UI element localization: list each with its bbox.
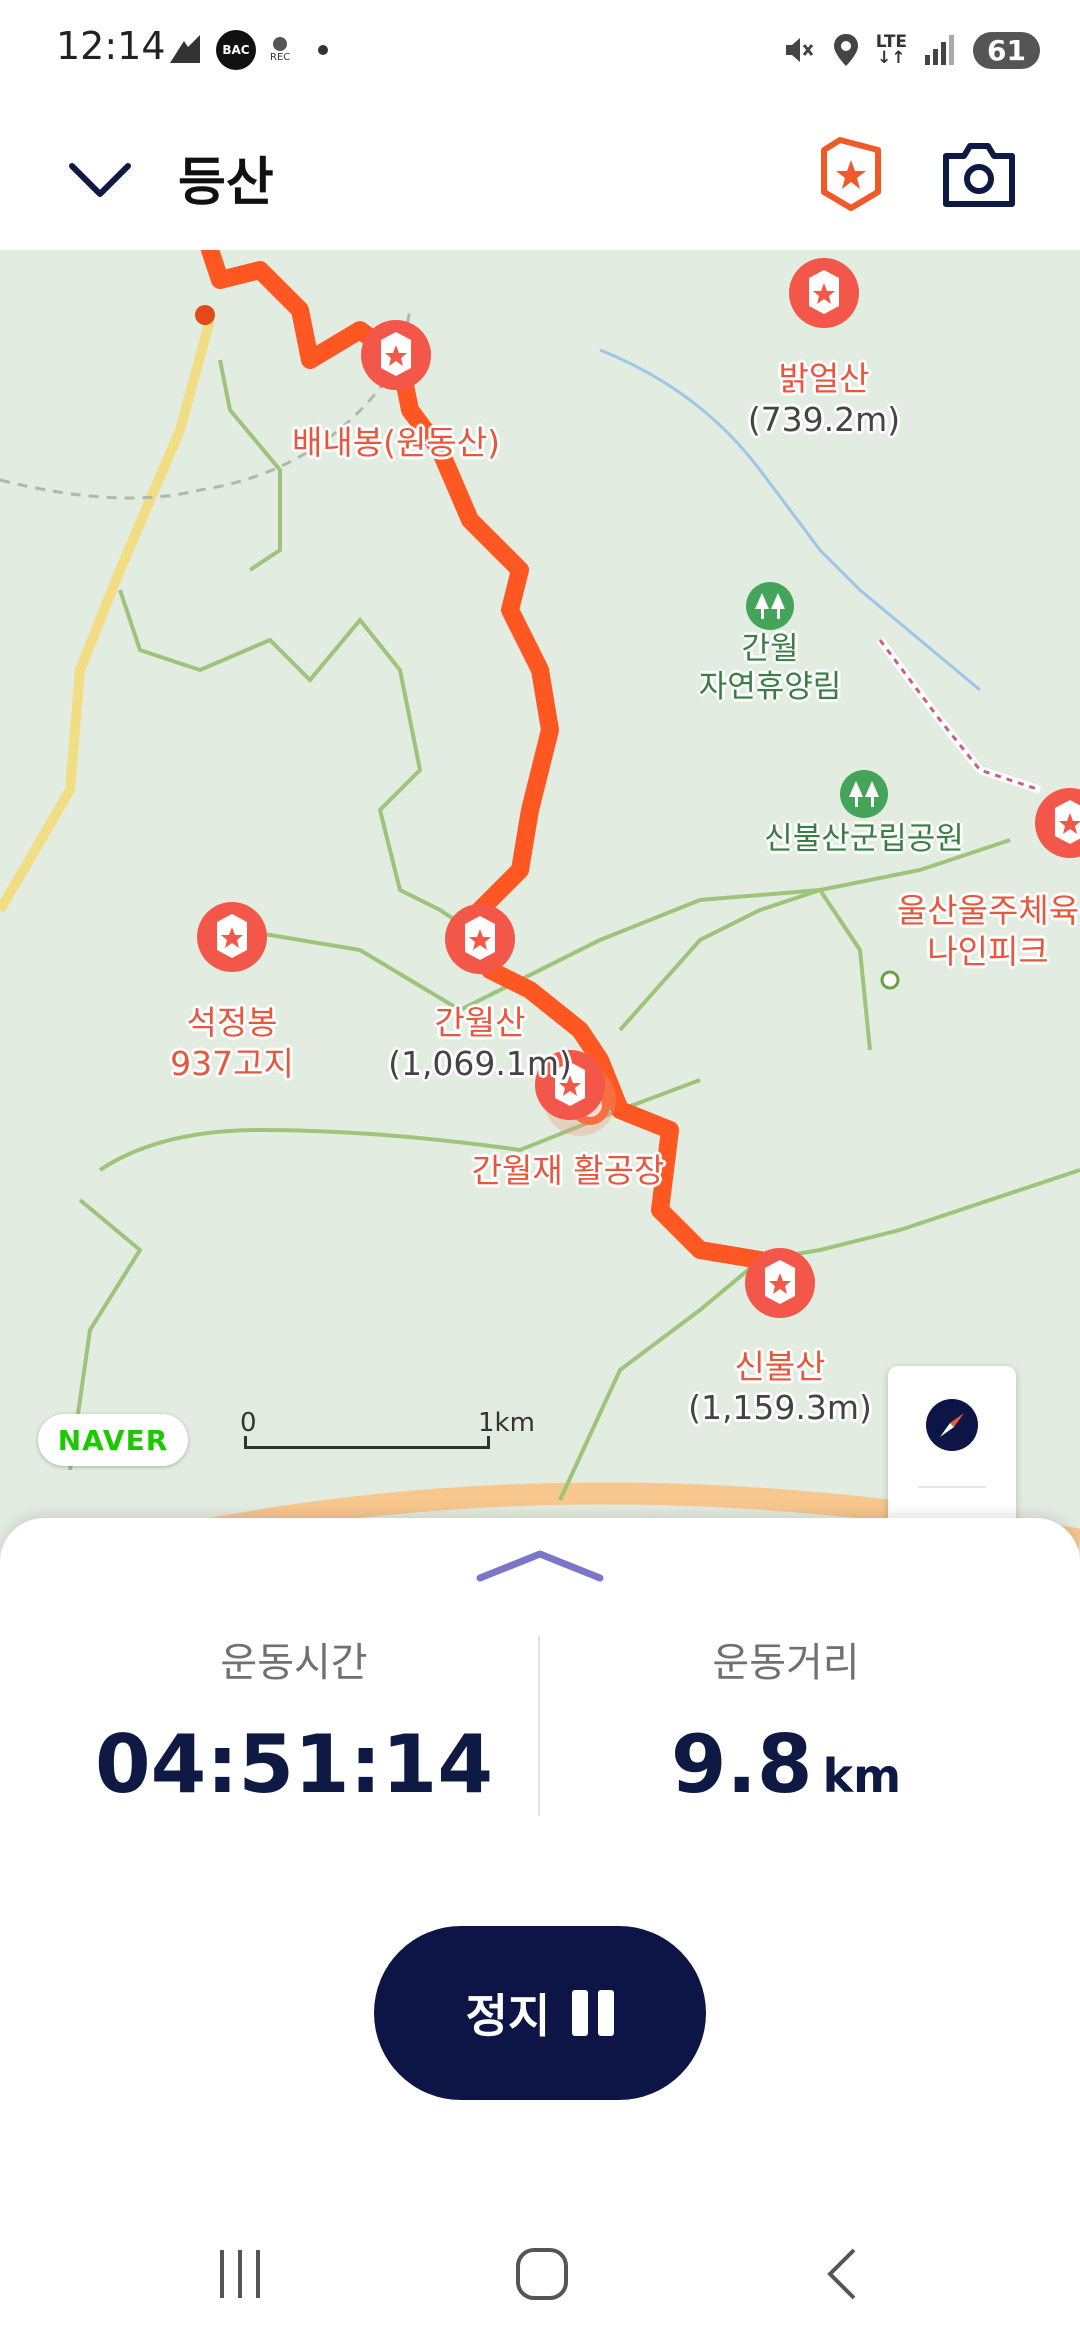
- poi-label[interactable]: 신불산 (1,159.3m): [688, 1346, 872, 1428]
- scale-start: 0: [240, 1408, 257, 1438]
- battery-indicator: 61: [973, 31, 1040, 69]
- poi-label[interactable]: 울산울주체육 나인피크: [897, 890, 1079, 972]
- mute-icon: [785, 38, 813, 62]
- system-nav-bar: [0, 2200, 1080, 2340]
- home-button[interactable]: [482, 2234, 602, 2314]
- mountain-marker-icon[interactable]: [787, 256, 861, 340]
- chevron-up-icon[interactable]: [476, 1546, 604, 1586]
- scale-bar: 0 1km: [240, 1408, 540, 1462]
- scale-end: 1km: [478, 1408, 535, 1438]
- naver-logo: NAVER: [38, 1414, 188, 1466]
- back-icon: [827, 2248, 856, 2300]
- poi-label[interactable]: 석정봉 937고지: [170, 1002, 294, 1084]
- notification-dot-icon: [318, 45, 329, 55]
- bac-badge: BAC: [216, 30, 256, 70]
- stop-label: 정지: [465, 1989, 551, 2043]
- distance-stat: 운동거리 9.8 km: [516, 1630, 1056, 1811]
- poi-label[interactable]: 배내봉(원동산): [292, 422, 500, 463]
- chevron-down-icon[interactable]: [64, 144, 136, 216]
- park-icon: [840, 770, 888, 818]
- distance-label: 운동거리: [712, 1640, 860, 1686]
- mountain-marker-icon[interactable]: [1033, 786, 1080, 870]
- stop-button[interactable]: 정지: [374, 1926, 706, 2100]
- time-stat: 운동시간 04:51:14: [24, 1630, 564, 1811]
- status-bar: 12:14 BAC REC LTE ↓↑ 61: [0, 0, 1080, 100]
- status-time: 12:14: [56, 24, 166, 68]
- park-label[interactable]: 간월 자연휴양림: [699, 630, 842, 706]
- network-type: LTE ↓↑: [875, 32, 908, 68]
- camera-icon[interactable]: [942, 140, 1016, 210]
- time-value: 04:51:14: [95, 1718, 493, 1811]
- page-title: 등산: [178, 153, 274, 213]
- back-button[interactable]: [784, 2234, 904, 2314]
- distance-value: 9.8: [670, 1718, 813, 1811]
- poi-label[interactable]: 밝얼산 (739.2m): [748, 358, 900, 440]
- compass-icon: [926, 1399, 978, 1451]
- recent-apps-icon: [220, 2250, 260, 2298]
- signal-bars-small-icon: [170, 35, 200, 63]
- mountain-marker-icon[interactable]: [195, 900, 269, 984]
- recent-apps-button[interactable]: [180, 2234, 300, 2314]
- distance-value-row: 9.8 km: [516, 1718, 1056, 1811]
- compass-button[interactable]: [888, 1366, 1016, 1484]
- app-bar: 등산: [0, 100, 1080, 250]
- map-view[interactable]: 밝얼산 (739.2m) 배내봉(원동산) 석정봉 937고지 간월산 (1,069.…: [0, 250, 1080, 1560]
- mountain-badge-icon[interactable]: [818, 136, 884, 212]
- rec-indicator: REC: [270, 37, 290, 63]
- mountain-marker-icon[interactable]: [443, 902, 517, 986]
- location-icon: [833, 34, 858, 66]
- mountain-marker-icon[interactable]: [743, 1246, 817, 1330]
- cell-signal-icon: [925, 35, 955, 65]
- time-label: 운동시간: [220, 1640, 368, 1686]
- park-label[interactable]: 신불산군립공원: [764, 820, 964, 858]
- mountain-marker-icon[interactable]: [359, 318, 433, 402]
- poi-label[interactable]: 간월재 활공장: [472, 1150, 665, 1191]
- distance-unit: km: [822, 1749, 902, 1803]
- status-left-icons: BAC REC: [168, 28, 329, 72]
- home-icon: [516, 2248, 568, 2300]
- status-right-icons: LTE ↓↑ 61: [782, 28, 1040, 72]
- pause-icon: [572, 1990, 615, 2036]
- poi-label[interactable]: 간월산 (1,069.1m): [388, 1002, 572, 1084]
- park-icon: [746, 582, 794, 630]
